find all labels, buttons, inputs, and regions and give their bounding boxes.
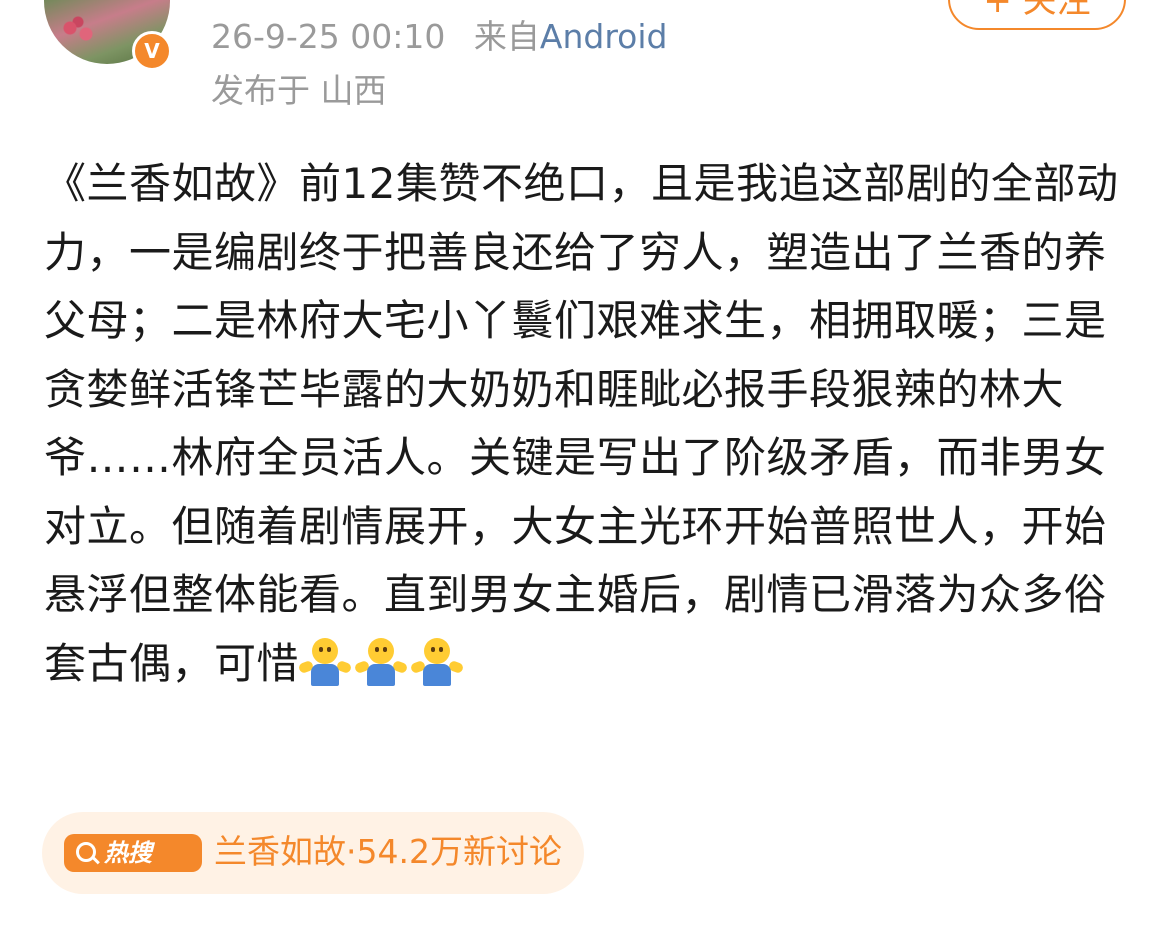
weibo-post: V 26-9-25 00:10 来自Android 发布于 山西 + 关注 《兰…	[0, 0, 1169, 926]
follow-button[interactable]: + 关注	[948, 0, 1126, 30]
search-icon	[76, 842, 96, 862]
source-device-link[interactable]: Android	[540, 17, 668, 56]
shrug-emoji-icon	[409, 637, 465, 686]
hot-search-text: 兰香如故·54.2万新讨论	[214, 832, 562, 871]
post-meta: 26-9-25 00:10 来自Android	[211, 17, 667, 57]
hot-search-topic[interactable]: 热搜 兰香如故·54.2万新讨论	[42, 812, 584, 894]
verified-badge-icon: V	[132, 31, 172, 71]
avatar-flowers	[58, 16, 98, 46]
shrug-emoji-icon	[297, 637, 353, 686]
post-location: 发布于 山西	[211, 71, 387, 110]
hot-search-badge-label: 热搜	[104, 839, 152, 867]
source-prefix: 来自	[473, 17, 540, 56]
shrug-emoji-icon	[353, 637, 409, 686]
post-body: 《兰香如故》前12集赞不绝口，且是我追这部剧的全部动力，一是编剧终于把善良还给了…	[44, 150, 1129, 698]
post-text: 《兰香如故》前12集赞不绝口，且是我追这部剧的全部动力，一是编剧终于把善良还给了…	[44, 159, 1119, 688]
post-timestamp: 26-9-25 00:10	[211, 17, 446, 56]
hot-search-badge: 热搜	[64, 834, 202, 872]
